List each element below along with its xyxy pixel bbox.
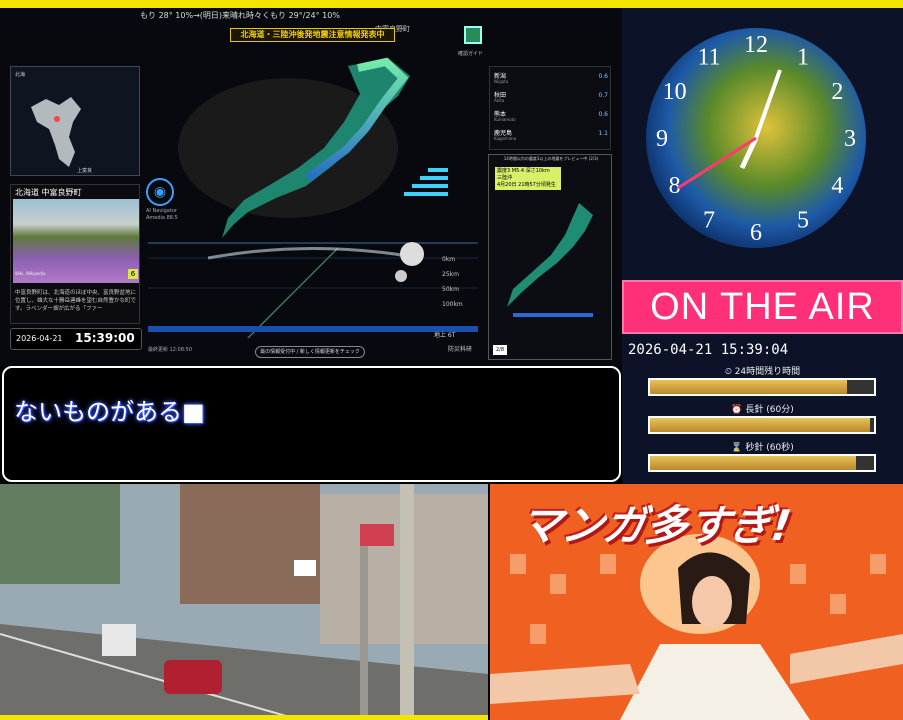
- clock-number: 10: [663, 79, 687, 105]
- alert-banner[interactable]: 北海道・三陸沖後発地震注意情報発表中: [230, 28, 395, 42]
- weather-ticker: もり 28° 10%→(明日)来晴れ時々くもり 29°/24° 10%: [140, 11, 340, 20]
- update-info: 最終更新 12:08:50: [148, 347, 193, 353]
- magnitude-label: 地上 6T: [434, 332, 456, 339]
- broadcast-datetime: 2026-04-21 15:39:04: [628, 342, 789, 358]
- depth-label: 25km: [442, 271, 459, 278]
- station-row: 新潟 Niigata 0.6: [494, 71, 608, 89]
- minimap-shape: [31, 97, 81, 167]
- location-title: 北海道 中富良野町: [15, 188, 82, 197]
- subtitle-text: ないものがある■: [14, 398, 205, 426]
- earthquake-monitor-panel: もり 28° 10%→(明日)来晴れ時々くもり 29°/24° 10% 中富良野…: [0, 8, 622, 366]
- progress-fill: [650, 380, 848, 394]
- station-sub: Niigata: [494, 79, 509, 84]
- preview-intensity: 震度3 M5.4 深さ10km: [497, 168, 550, 174]
- clock-number: 12: [744, 32, 768, 58]
- minimap-city-label: 上富良: [77, 168, 93, 174]
- progress-bar-24h: [648, 378, 876, 396]
- clock-number: 7: [703, 207, 715, 233]
- clock-number: 11: [697, 45, 720, 71]
- qr-code-icon[interactable]: [464, 26, 482, 44]
- station-list: 新潟 Niigata 0.6 秋田 Akita 0.7 熊本 Kumamoto …: [489, 66, 611, 150]
- depth-label: 50km: [442, 286, 459, 293]
- progress-bar-second: [648, 454, 876, 472]
- sun-marker: [400, 242, 424, 266]
- depth-label: 100km: [442, 301, 463, 308]
- manga-ad: マンガ多すぎ!: [490, 484, 903, 720]
- local-time: 15:39:00: [75, 331, 135, 345]
- preview-region: 三陸沖: [497, 175, 513, 181]
- station-value: 0.7: [598, 92, 608, 99]
- clock-number: 3: [844, 126, 856, 152]
- clock-number: 4: [831, 173, 843, 199]
- station-row: 熊本 Kumamoto 0.6: [494, 109, 608, 127]
- preview-title: 14時間以内の震度3以上の地震をプレビュー中 (2/3): [503, 156, 599, 161]
- location-intensity-badge: 6: [128, 269, 138, 279]
- progress-bar-minute: [648, 416, 876, 434]
- clock-number: 9: [656, 126, 668, 152]
- on-air-banner: ON THE AIR: [622, 280, 903, 334]
- bar-label-minute: ⏰ 長針 (60分): [731, 405, 794, 415]
- clock-number: 5: [797, 207, 809, 233]
- manga-title: マンガ多すぎ!: [516, 501, 795, 550]
- location-card: 北海道 中富良野町 Wiki, Wikipedia 6 中富良野町は、北海道のほ…: [10, 184, 140, 324]
- org-label: 防災科研: [448, 346, 473, 353]
- preview-intensity-card: 震度3 M5.4 深さ10km 三陸沖 4月20日 21時57分頃発生: [495, 167, 561, 190]
- preview-page-badge[interactable]: 2/8: [493, 345, 507, 355]
- location-credit: Wiki, Wikipedia: [15, 271, 46, 276]
- japan-3d-map: [148, 57, 478, 338]
- clock-number: 2: [831, 79, 843, 105]
- clock-panel: 12 1 2 3 4 5 6 7 8 9 10 11 ON THE AIR 2026-04-21 15…: [622, 8, 903, 484]
- local-clock: 2026-04-21 15:39:00: [10, 328, 142, 350]
- preview-map: [507, 203, 593, 317]
- globe-clock: 12 1234567891011: [646, 28, 866, 248]
- station-row: 秋田 Akita 0.7: [494, 90, 608, 108]
- street-camera-feed: [0, 484, 488, 720]
- check-update-button[interactable]: 最の情報受付中 / 新しく情報更新をチェック: [255, 346, 365, 358]
- station-row: 鹿児島 Kagoshima 1.1: [494, 128, 608, 146]
- top-border: [0, 0, 903, 8]
- preview-time: 4月20日 21時57分頃発生: [497, 182, 556, 188]
- region-minimap: 北海 上富良: [10, 66, 140, 176]
- bottom-border: [0, 715, 488, 720]
- clock-number: 1: [797, 45, 809, 71]
- progress-fill: [650, 418, 870, 432]
- station-sub: Akita: [494, 98, 505, 103]
- earthquake-preview-panel: 14時間以内の震度3以上の地震をプレビュー中 (2/3) 震度3 M5.4 深さ…: [488, 154, 612, 360]
- depth-label: 0km: [442, 256, 456, 263]
- location-description: 中富良野町は、北海道のほぼ中央、富良野盆地に位置し、雄大な十勝岳連峰を望む自然豊…: [15, 290, 137, 312]
- depth-scale: 0km 25km 50km 100km: [442, 252, 463, 312]
- station-sub: Kagoshima: [494, 136, 517, 141]
- moon-marker: [395, 270, 407, 282]
- street-scene: [0, 484, 488, 720]
- station-value: 0.6: [598, 73, 608, 80]
- station-value: 1.1: [598, 130, 608, 137]
- station-sub: Kumamoto: [494, 117, 516, 122]
- progress-fill: [650, 456, 857, 470]
- bar-label-second: ⌛ 秒針 (60秒): [731, 443, 794, 453]
- subtitle-box: ないものがある■: [2, 366, 621, 482]
- station-value: 0.6: [598, 111, 608, 118]
- clock-number: 6: [750, 220, 762, 246]
- local-date: 2026-04-21: [16, 334, 63, 343]
- bar-label-24h: ⏲ 24時間残り時間: [724, 367, 801, 377]
